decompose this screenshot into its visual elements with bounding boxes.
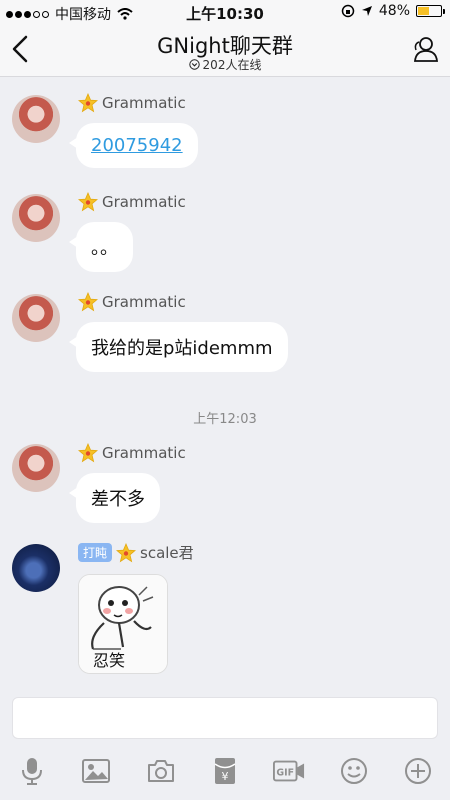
sender-name: scale君 [140, 544, 194, 562]
avatar[interactable] [12, 444, 60, 492]
red-packet-icon[interactable]: ¥ [209, 755, 241, 787]
message-link[interactable]: 20075942 [91, 135, 183, 156]
sticker-image[interactable]: 忍笑 [78, 574, 168, 674]
timestamp: 上午12:03 [193, 412, 257, 427]
sender-row: Grammatic [78, 443, 186, 463]
rotation-lock-icon [341, 4, 355, 18]
sticker-caption: 忍笑 [93, 651, 126, 670]
sender-name: Grammatic [102, 444, 186, 462]
message-text: 。。 [91, 238, 118, 259]
sender-row: Grammatic [78, 292, 186, 312]
sender-row: Grammatic [78, 93, 186, 113]
battery-percent: 48% [378, 3, 410, 19]
message-bubble[interactable]: 差不多 [69, 473, 160, 523]
star-icon [78, 192, 98, 212]
chat-header: GNight聊天群 202人在线 [0, 24, 450, 77]
star-icon [78, 292, 98, 312]
star-icon [78, 443, 98, 463]
star-icon [78, 93, 98, 113]
battery-icon [416, 5, 445, 17]
microphone-icon[interactable] [16, 755, 48, 787]
status-bar: 中国移动 上午10:30 48% [0, 0, 450, 24]
avatar[interactable] [12, 294, 60, 342]
member-tag: 打盹 [78, 543, 113, 562]
svg-text:¥: ¥ [221, 770, 228, 783]
message-input[interactable] [12, 697, 438, 739]
sender-row: 打盹 scale君 [78, 542, 194, 563]
emoji-icon[interactable] [338, 755, 370, 787]
sender-row: Grammatic [78, 192, 186, 212]
svg-text:GIF: GIF [277, 768, 295, 779]
message-text: 差不多 [91, 489, 145, 510]
star-icon [116, 542, 137, 562]
message-text: 我给的是p站idemmm [91, 338, 273, 359]
online-count-label: 202人在线 [202, 58, 262, 72]
chat-toolbar: ¥ GIF [0, 750, 450, 792]
avatar[interactable] [12, 544, 60, 592]
message-bubble[interactable]: 。。 [69, 222, 133, 272]
location-icon [361, 6, 372, 16]
sender-name: Grammatic [102, 193, 186, 211]
sender-name: Grammatic [102, 293, 186, 311]
online-count[interactable]: 202人在线 [0, 56, 450, 73]
message-bubble[interactable]: 我给的是p站idemmm [69, 322, 288, 372]
group-members-icon[interactable] [410, 34, 440, 64]
gif-icon[interactable]: GIF [273, 755, 305, 787]
message-bubble[interactable]: 20075942 [69, 123, 198, 168]
status-right: 48% [341, 3, 445, 19]
sender-name: Grammatic [102, 94, 186, 112]
avatar[interactable] [12, 194, 60, 242]
chevron-down-icon [188, 59, 200, 70]
image-icon[interactable] [80, 755, 112, 787]
avatar[interactable] [12, 95, 60, 143]
plus-icon[interactable] [402, 755, 434, 787]
camera-icon[interactable] [145, 755, 177, 787]
